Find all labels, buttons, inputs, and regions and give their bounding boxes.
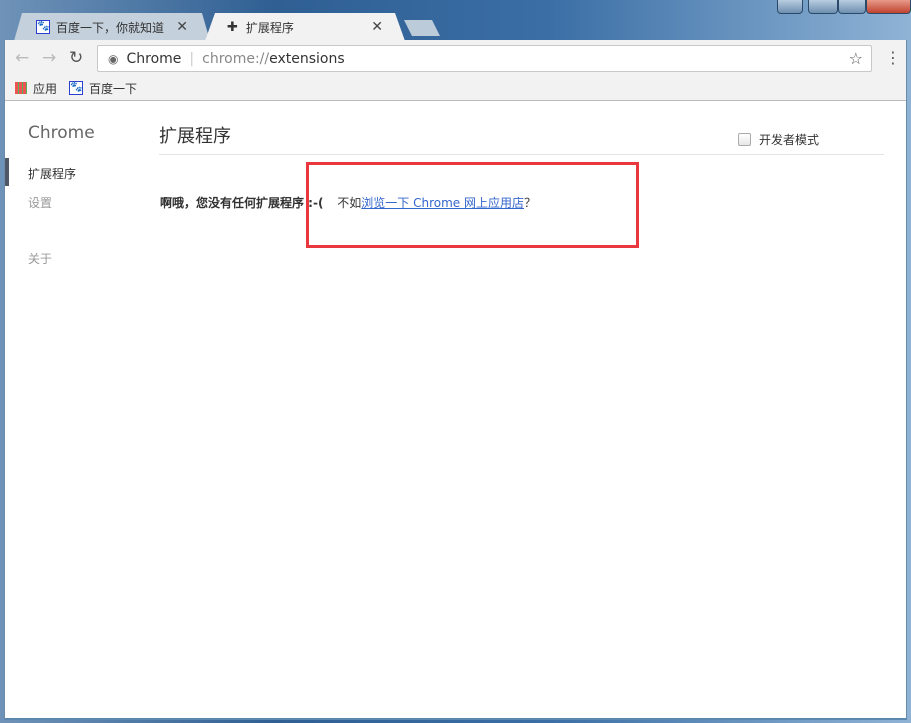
empty-heading: 啊哦，您没有任何扩展程序 :-( xyxy=(160,196,324,210)
bookmark-star-icon[interactable]: ☆ xyxy=(849,49,863,68)
new-tab-button[interactable] xyxy=(404,20,440,36)
bookmark-label: 百度一下 xyxy=(89,81,138,96)
bookmark-apps[interactable]: 应用 xyxy=(15,80,57,97)
sidebar-title: Chrome xyxy=(28,123,95,143)
close-tab-icon[interactable]: ✕ xyxy=(176,19,188,35)
browser-window: ← → ↻ ◉ Chrome | chrome://extensions ☆ ⋮… xyxy=(4,40,907,720)
window-minimize-button[interactable] xyxy=(808,0,838,14)
baidu-paw-icon: 🐾 xyxy=(69,81,84,95)
tab-baidu[interactable]: 🐾 百度一下，你就知道 ✕ xyxy=(14,13,210,41)
menu-icon[interactable]: ⋮ xyxy=(885,48,901,67)
toolbar: ← → ↻ ◉ Chrome | chrome://extensions ☆ ⋮ xyxy=(5,40,906,76)
url-prefix: chrome:// xyxy=(202,50,270,67)
divider: | xyxy=(189,50,195,67)
address-bar[interactable]: ◉ Chrome | chrome://extensions ☆ xyxy=(97,45,872,72)
header-divider xyxy=(159,154,884,155)
tab-extensions[interactable]: ✚ 扩展程序 ✕ xyxy=(205,13,405,41)
site-label: Chrome xyxy=(126,50,182,67)
forward-icon[interactable]: → xyxy=(42,48,56,68)
sidebar-selected-indicator xyxy=(5,158,9,186)
bookmarks-bar: 应用 🐾 百度一下 xyxy=(5,76,906,101)
profile-button[interactable] xyxy=(777,0,803,14)
back-icon[interactable]: ← xyxy=(15,48,29,68)
sidebar-item-about[interactable]: 关于 xyxy=(28,250,52,267)
tab-title: 百度一下，你就知道 xyxy=(56,20,165,35)
window-close-button[interactable] xyxy=(866,0,911,14)
dev-mode-label: 开发者模式 xyxy=(759,133,820,147)
highlight-box xyxy=(306,162,639,248)
bookmark-label: 应用 xyxy=(33,81,58,96)
puzzle-icon: ✚ xyxy=(227,19,238,35)
baidu-paw-icon: 🐾 xyxy=(36,20,50,34)
bookmark-baidu[interactable]: 🐾 百度一下 xyxy=(69,80,137,97)
sidebar-item-settings[interactable]: 设置 xyxy=(28,194,52,211)
url-path: extensions xyxy=(269,50,345,67)
window-maximize-button[interactable] xyxy=(838,0,866,14)
tab-title: 扩展程序 xyxy=(245,20,294,35)
chrome-icon: ◉ xyxy=(108,51,119,66)
dev-mode-toggle[interactable]: 开发者模式 xyxy=(738,131,819,148)
reload-icon[interactable]: ↻ xyxy=(69,48,83,68)
close-tab-icon[interactable]: ✕ xyxy=(371,19,383,35)
sidebar-item-extensions[interactable]: 扩展程序 xyxy=(28,165,76,182)
page-title: 扩展程序 xyxy=(159,126,231,147)
dev-mode-checkbox[interactable] xyxy=(738,133,751,146)
apps-grid-icon xyxy=(15,82,27,94)
